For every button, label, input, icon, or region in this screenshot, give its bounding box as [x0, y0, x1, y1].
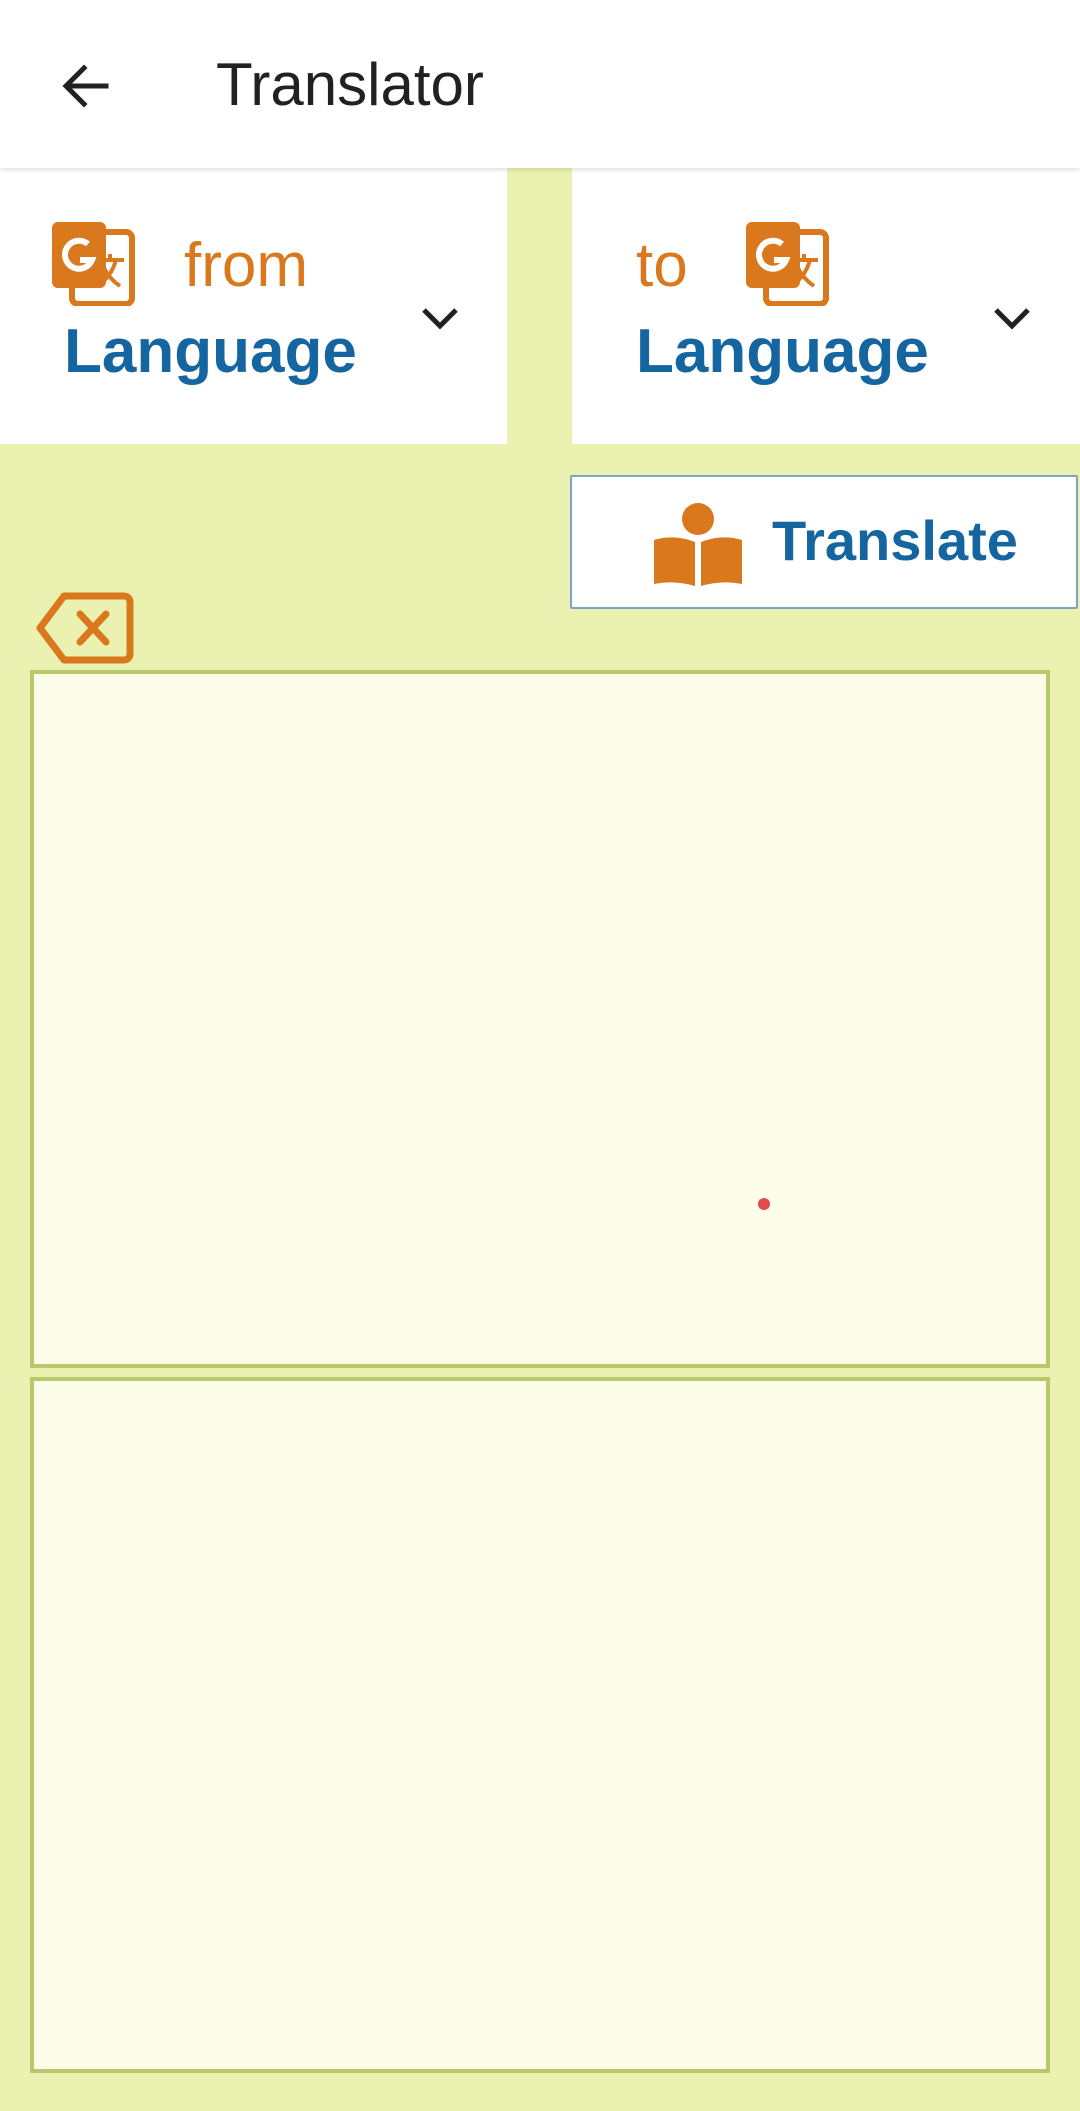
translate-button[interactable]: Translate — [570, 475, 1078, 609]
to-caption: to — [636, 231, 688, 300]
touch-indicator — [758, 1198, 770, 1210]
translate-button-label: Translate — [772, 509, 1018, 572]
page-title: Translator — [216, 51, 484, 118]
reader-book-icon — [654, 503, 742, 586]
app-bar: Translator — [0, 0, 1080, 168]
translated-text-output[interactable] — [30, 1377, 1050, 2073]
back-button[interactable] — [40, 40, 130, 130]
from-language-selector[interactable]: from Language — [0, 168, 507, 444]
to-language-value: Language — [636, 317, 929, 386]
to-language-selector[interactable]: to Language — [572, 168, 1080, 444]
backspace-clear-icon — [36, 592, 134, 664]
from-language-value: Language — [64, 317, 357, 386]
chevron-down-icon — [422, 308, 458, 330]
chevron-down-icon — [994, 308, 1030, 330]
arrow-left-icon — [62, 64, 109, 108]
source-text-input[interactable] — [30, 670, 1050, 1368]
from-caption: from — [184, 231, 308, 300]
clear-button[interactable] — [36, 590, 136, 666]
google-translate-icon — [746, 222, 829, 306]
google-translate-icon — [52, 222, 135, 306]
